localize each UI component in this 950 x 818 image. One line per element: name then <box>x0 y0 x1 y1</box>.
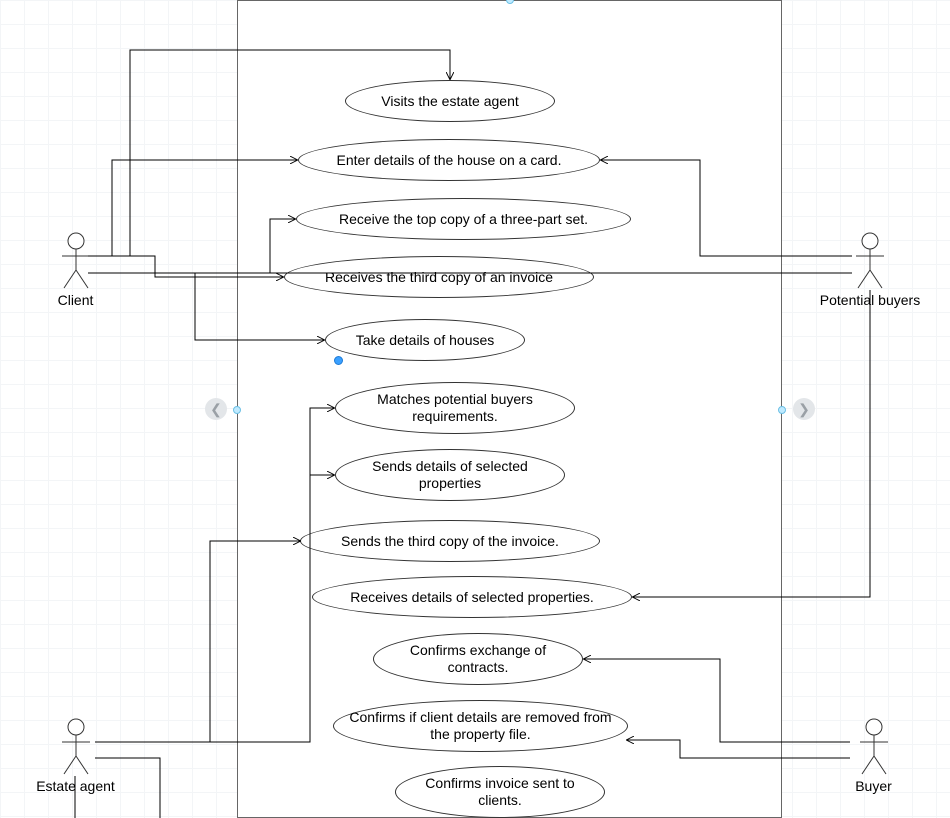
usecase-label: Sends the third copy of the invoice. <box>341 533 559 550</box>
usecase-confirms-exchange[interactable]: Confirms exchange of contracts. <box>373 633 583 685</box>
usecase-label: Visits the estate agent <box>381 93 519 110</box>
stick-figure-icon <box>854 718 894 776</box>
usecase-sends-selected-properties[interactable]: Sends details of selected properties <box>335 449 565 501</box>
usecase-receive-top-copy[interactable]: Receive the top copy of a three-part set… <box>296 198 631 240</box>
usecase-receives-selected-properties[interactable]: Receives details of selected properties. <box>312 576 632 618</box>
usecase-label: Matches potential buyers requirements. <box>342 391 568 425</box>
usecase-sends-third-invoice[interactable]: Sends the third copy of the invoice. <box>300 520 600 562</box>
usecase-label: Enter details of the house on a card. <box>337 152 562 169</box>
usecase-receives-third-invoice[interactable]: Receives the third copy of an invoice <box>284 256 594 298</box>
usecase-label: Take details of houses <box>356 332 495 349</box>
stick-figure-icon <box>850 232 890 290</box>
usecase-confirms-client-details-removed[interactable]: Confirms if client details are removed f… <box>333 700 628 752</box>
stick-figure-icon <box>56 232 96 290</box>
nav-next-button[interactable]: ❯ <box>793 398 815 420</box>
actor-estate-agent[interactable]: Estate agent <box>28 718 123 794</box>
stick-figure-icon <box>56 718 96 776</box>
usecase-label: Confirms invoice sent to clients. <box>402 775 598 809</box>
nav-prev-button[interactable]: ❮ <box>205 398 227 420</box>
actor-potential-buyers[interactable]: Potential buyers <box>815 232 925 308</box>
usecase-matches-requirements[interactable]: Matches potential buyers requirements. <box>335 382 575 434</box>
usecase-label: Confirms if client details are removed f… <box>340 709 621 743</box>
usecase-label: Confirms exchange of contracts. <box>380 642 576 676</box>
usecase-label: Receives details of selected properties. <box>350 589 594 606</box>
actor-label: Potential buyers <box>815 292 925 308</box>
usecase-label: Receives the third copy of an invoice <box>325 269 553 286</box>
handle-left[interactable] <box>233 406 241 414</box>
usecase-label: Sends details of selected properties <box>342 458 558 492</box>
usecase-confirms-invoice-sent[interactable]: Confirms invoice sent to clients. <box>395 766 605 818</box>
actor-label: Client <box>48 292 103 308</box>
diagram-canvas[interactable]: Visits the estate agent Enter details of… <box>0 0 950 818</box>
actor-label: Buyer <box>846 778 901 794</box>
handle-right[interactable] <box>778 406 786 414</box>
usecase-visits-estate-agent[interactable]: Visits the estate agent <box>345 80 555 122</box>
selection-dot[interactable] <box>334 356 343 365</box>
actor-buyer[interactable]: Buyer <box>846 718 901 794</box>
usecase-label: Receive the top copy of a three-part set… <box>339 211 588 228</box>
actor-label: Estate agent <box>28 778 123 794</box>
actor-client[interactable]: Client <box>48 232 103 308</box>
usecase-take-details[interactable]: Take details of houses <box>325 319 525 361</box>
usecase-enter-details[interactable]: Enter details of the house on a card. <box>298 139 600 181</box>
